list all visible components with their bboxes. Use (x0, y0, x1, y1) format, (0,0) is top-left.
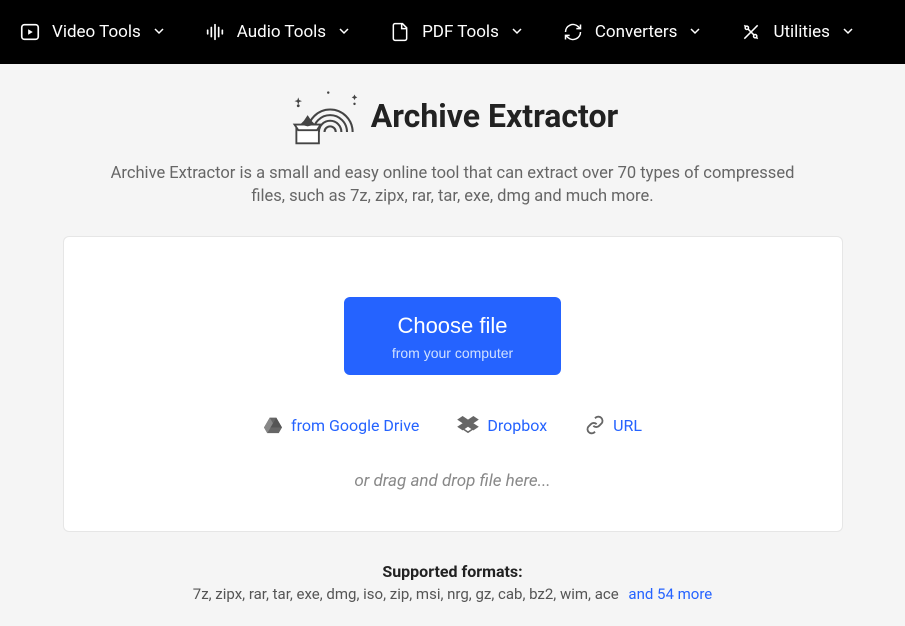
google-drive-icon (263, 416, 283, 434)
choose-file-label: Choose file (392, 313, 513, 339)
page-title: Archive Extractor (371, 97, 619, 135)
upload-card: Choose file from your computer from Goog… (63, 236, 843, 532)
formats-title: Supported formats: (0, 562, 905, 581)
choose-file-sublabel: from your computer (392, 345, 513, 361)
supported-formats: Supported formats: 7z, zipx, rar, tar, e… (0, 562, 905, 603)
source-dropbox[interactable]: Dropbox (457, 415, 547, 435)
chevron-down-icon (338, 22, 350, 42)
play-icon (18, 20, 42, 44)
nav-audio-tools[interactable]: Audio Tools (203, 20, 350, 44)
source-url[interactable]: URL (585, 415, 642, 435)
tools-icon (739, 20, 763, 44)
hero-section: Archive Extractor Archive Extractor is a… (0, 64, 905, 208)
top-navbar: Video Tools Audio Tools PDF Tools Conver… (0, 0, 905, 64)
source-google-drive[interactable]: from Google Drive (263, 415, 419, 435)
link-icon (585, 415, 605, 435)
choose-file-button[interactable]: Choose file from your computer (344, 297, 561, 375)
source-label: URL (613, 416, 642, 435)
nav-label: PDF Tools (422, 22, 499, 42)
nav-label: Converters (595, 22, 678, 42)
chevron-down-icon (842, 22, 854, 42)
formats-list: 7z, zipx, rar, tar, exe, dmg, iso, zip, … (0, 585, 905, 603)
formats-more-link[interactable]: and 54 more (628, 585, 712, 603)
chevron-down-icon (689, 22, 701, 42)
waveform-icon (203, 20, 227, 44)
nav-video-tools[interactable]: Video Tools (18, 20, 165, 44)
archive-rainbow-icon (287, 86, 357, 146)
refresh-icon (561, 20, 585, 44)
source-label: from Google Drive (291, 416, 419, 435)
nav-label: Utilities (773, 22, 829, 42)
chevron-down-icon (511, 22, 523, 42)
document-icon (388, 20, 412, 44)
nav-label: Video Tools (52, 22, 141, 42)
nav-utilities[interactable]: Utilities (739, 20, 853, 44)
nav-pdf-tools[interactable]: PDF Tools (388, 20, 523, 44)
source-label: Dropbox (487, 416, 547, 435)
drop-hint: or drag and drop file here... (104, 471, 802, 491)
alt-sources-row: from Google Drive Dropbox URL (104, 415, 802, 435)
page-description: Archive Extractor is a small and easy on… (103, 162, 803, 208)
dropbox-icon (457, 416, 479, 434)
nav-label: Audio Tools (237, 22, 326, 42)
chevron-down-icon (153, 22, 165, 42)
nav-converters[interactable]: Converters (561, 20, 702, 44)
